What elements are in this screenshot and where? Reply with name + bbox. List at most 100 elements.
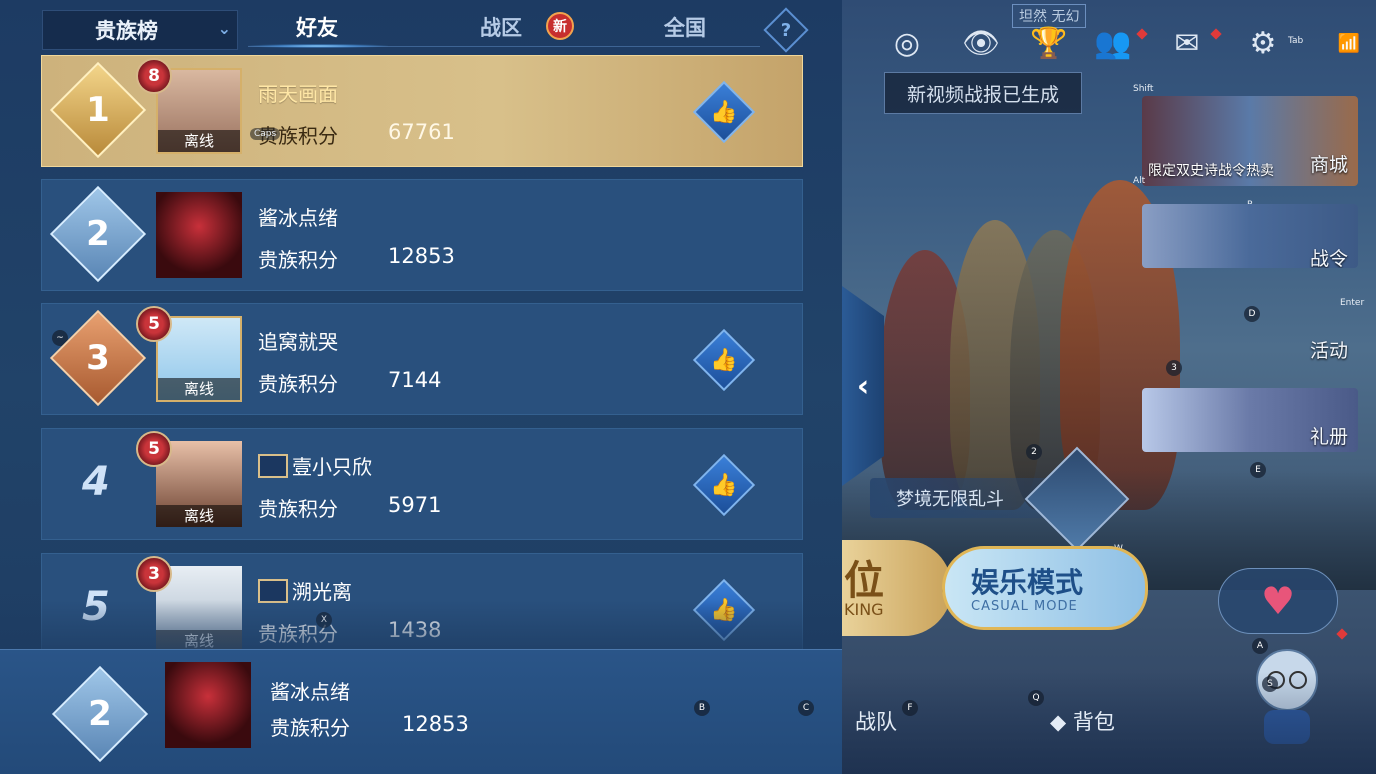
offline-status: 离线 (158, 130, 240, 152)
avatar (165, 662, 251, 748)
my-rank-row: 2 酱冰点绪 贵族积分 12853 B C (0, 649, 842, 774)
noble-level-badge: 5 (136, 306, 172, 342)
chevron-left-icon: ‹ (856, 368, 870, 404)
collapse-panel-button[interactable]: ‹ (842, 286, 884, 486)
key-hint: C (798, 700, 814, 716)
score-label: 贵族积分 (258, 248, 338, 272)
chevron-down-icon: ⌄ (217, 19, 231, 38)
key-hint: 2 (1026, 444, 1042, 460)
tab-national[interactable]: 全国 (664, 12, 706, 42)
player-name: 雨天画面 (258, 82, 338, 106)
rank-badge-silver: 2 (49, 185, 147, 283)
heart-chat-button[interactable]: ♥ (1218, 568, 1338, 634)
offline-status: 离线 (156, 505, 242, 527)
trophy-icon[interactable]: 🏆 (1030, 24, 1068, 62)
help-button[interactable]: ? (763, 7, 809, 53)
my-score: 12853 (402, 712, 469, 736)
rank-badge-silver: 2 (51, 665, 149, 763)
leaderboard-row[interactable]: 2 酱冰点绪 贵族积分 12853 (41, 179, 803, 291)
player-name: 追窝就哭 (258, 330, 338, 354)
video-report-notice[interactable]: 新视频战报已生成 (884, 72, 1082, 114)
leaderboard-row[interactable]: 4 离线 5 壹小只欣 贵族积分 5971 👍 (41, 428, 803, 540)
tab-region[interactable]: 战区 (480, 12, 522, 42)
rank-emblem-icon[interactable]: ◎ (888, 24, 926, 62)
my-name: 酱冰点绪 (270, 680, 350, 704)
score-label: 贵族积分 (270, 716, 350, 740)
leaderboard-panel: 贵族榜 ⌄ 好友 战区 新 全国 ? 1 离线 8 雨天画面 贵族积分 6776… (0, 0, 842, 774)
like-button[interactable]: 👍 (692, 328, 756, 392)
thumbs-up-icon: 👍 (710, 99, 738, 125)
mail-icon[interactable]: ✉ (1168, 24, 1206, 62)
rank-number: 5 (82, 584, 110, 630)
like-button[interactable]: 👍 (692, 80, 756, 144)
activity-label: 活动 (1309, 340, 1348, 362)
noble-level-badge: 5 (136, 431, 172, 467)
rank-number: 4 (82, 459, 110, 505)
casual-mode-label: 娱乐模式 (971, 566, 1084, 599)
ranked-mode-label: 位 (844, 558, 884, 604)
casual-mode-button[interactable]: 娱乐模式 CASUAL MODE (942, 546, 1148, 630)
shop-card[interactable]: 商城 限定双史诗战令热卖 (1142, 96, 1358, 186)
wifi-battery-icon: 📶 (1337, 32, 1361, 54)
key-hint: Alt (1133, 176, 1146, 186)
noble-level-badge: 3 (136, 556, 172, 592)
score-label: 贵族积分 (258, 372, 338, 396)
score-value: 1438 (388, 618, 442, 642)
battle-pass-label: 战令 (1309, 248, 1348, 268)
avatar[interactable] (156, 192, 242, 278)
replay-eye-icon[interactable]: 👁 (962, 24, 1000, 62)
thumbs-up-icon: 👍 (710, 597, 738, 623)
player-name: 壹小只欣 (258, 451, 372, 480)
guild-icon (258, 579, 288, 603)
player-name: 酱冰点绪 (258, 206, 338, 230)
key-hint: Tab (1288, 36, 1304, 46)
key-hint: 3 (1166, 360, 1182, 376)
noble-level-badge: 8 (136, 58, 172, 94)
key-hint: Shift (1133, 84, 1154, 94)
score-label: 贵族积分 (258, 497, 338, 521)
gift-book-card[interactable]: 礼册 (1142, 388, 1358, 452)
key-hint: B (694, 700, 710, 716)
leaderboard-row[interactable]: ~ 3 离线 5 追窝就哭 贵族积分 7144 👍 (41, 303, 803, 415)
team-button[interactable]: 战队 (855, 706, 897, 736)
shop-label: 商城 (1309, 154, 1348, 176)
heart-icon: ♥ (1260, 579, 1296, 623)
offline-status: 离线 (158, 378, 240, 400)
leaderboard-row[interactable]: 1 离线 8 雨天画面 贵族积分 67761 Caps 👍 (41, 55, 803, 167)
thumbs-up-icon: 👍 (710, 472, 738, 498)
rank-badge-gold: 1 (49, 61, 147, 159)
new-badge: 新 (546, 12, 574, 40)
rank-badge-bronze: 3 (49, 309, 147, 407)
leaderboard-header: 贵族榜 ⌄ 好友 战区 新 全国 ? (0, 0, 842, 54)
gear-icon[interactable]: ⚙ (1244, 24, 1282, 62)
key-hint: Caps (250, 128, 281, 140)
key-hint: X (316, 612, 332, 628)
score-value: 12853 (388, 244, 455, 268)
like-button[interactable]: 👍 (692, 453, 756, 517)
score-value: 7144 (388, 368, 442, 392)
like-button[interactable]: 👍 (692, 578, 756, 642)
key-hint: F (902, 700, 918, 716)
gift-book-label: 礼册 (1309, 426, 1348, 448)
score-value: 5971 (388, 493, 442, 517)
key-hint: E (1250, 462, 1266, 478)
board-type-dropdown[interactable]: 贵族榜 ⌄ (42, 10, 238, 50)
board-type-label: 贵族榜 (95, 19, 158, 43)
backpack-button[interactable]: ◆ 背包 (1050, 706, 1115, 736)
question-icon: ? (780, 19, 792, 41)
friends-icon[interactable]: 👥 (1094, 24, 1132, 62)
battle-pass-card[interactable]: 战令 (1142, 204, 1358, 268)
active-tab-indicator (248, 44, 388, 48)
thumbs-up-icon: 👍 (710, 347, 738, 373)
tab-friends[interactable]: 好友 (296, 12, 338, 42)
guild-icon (258, 454, 288, 478)
ranked-mode-sub: KING (844, 600, 884, 619)
backpack-label: 背包 (1072, 710, 1115, 734)
score-value: 67761 (388, 120, 455, 144)
ranked-mode-button[interactable]: 位 KING (842, 540, 952, 636)
key-hint: Q (1028, 690, 1044, 706)
casual-mode-sub: CASUAL MODE (971, 599, 1078, 614)
key-hint: D (1244, 306, 1260, 322)
player-name: 溯光离 (258, 576, 352, 605)
backpack-icon: ◆ (1050, 710, 1073, 734)
